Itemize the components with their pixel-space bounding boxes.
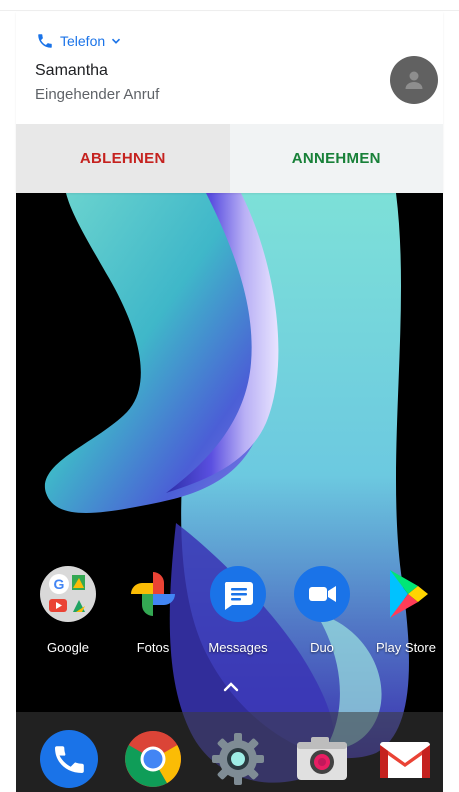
caller-name: Samantha — [35, 62, 108, 79]
duo-video-icon — [294, 566, 350, 622]
phone-icon — [40, 730, 98, 788]
play-store-triangle-icon — [378, 566, 434, 622]
favorites-dock — [16, 712, 443, 792]
svg-text:G: G — [54, 576, 65, 592]
wallpaper-art — [44, 193, 409, 783]
caller-avatar — [390, 56, 438, 104]
home-app-row: G Google Fotos Messages Duo Play Store — [16, 566, 443, 666]
app-fotos[interactable]: Fotos — [111, 566, 195, 655]
chevron-down-icon[interactable] — [111, 36, 121, 46]
dock-phone[interactable] — [40, 730, 98, 788]
person-icon — [405, 71, 423, 89]
notification-app-name: Telefon — [60, 33, 106, 49]
app-label-fotos: Fotos — [136, 640, 170, 655]
decline-call-button[interactable]: ABLEHNEN — [16, 124, 230, 193]
app-label-google: Google — [47, 640, 89, 655]
notification-header: Telefon — [36, 32, 121, 50]
dock-camera[interactable] — [293, 730, 351, 788]
app-drawer-chevron-icon[interactable] — [222, 680, 240, 694]
app-label-duo: Duo — [310, 640, 334, 655]
phone-handset-icon — [36, 32, 54, 50]
settings-gear-icon — [212, 733, 264, 785]
app-label-play-store: Play Store — [376, 640, 436, 655]
home-wallpaper — [16, 193, 443, 792]
call-actions: ABLEHNEN ANNEHMEN — [16, 124, 443, 193]
app-play-store[interactable]: Play Store — [364, 566, 448, 655]
app-google-folder[interactable]: G Google — [26, 566, 110, 655]
dock-settings[interactable] — [209, 730, 267, 788]
app-messages[interactable]: Messages — [196, 566, 280, 655]
call-status-text: Eingehender Anruf — [35, 86, 160, 103]
camera-icon — [297, 737, 347, 780]
phone-screen: Telefon Samantha Eingehender Anruf ABLEH… — [0, 0, 459, 792]
app-duo[interactable]: Duo — [280, 566, 364, 655]
google-folder-icon: G — [40, 566, 96, 622]
dock-gmail[interactable] — [376, 730, 434, 788]
photos-pinwheel-icon — [125, 566, 181, 622]
dock-chrome[interactable] — [124, 730, 182, 788]
chrome-icon — [125, 731, 181, 787]
accept-call-button[interactable]: ANNEHMEN — [229, 124, 443, 193]
gmail-icon — [380, 742, 430, 778]
messages-bubble-icon — [210, 566, 266, 622]
status-bar — [0, 0, 459, 11]
app-label-messages: Messages — [208, 640, 268, 655]
incoming-call-notification[interactable]: Telefon Samantha Eingehender Anruf ABLEH… — [16, 12, 443, 193]
